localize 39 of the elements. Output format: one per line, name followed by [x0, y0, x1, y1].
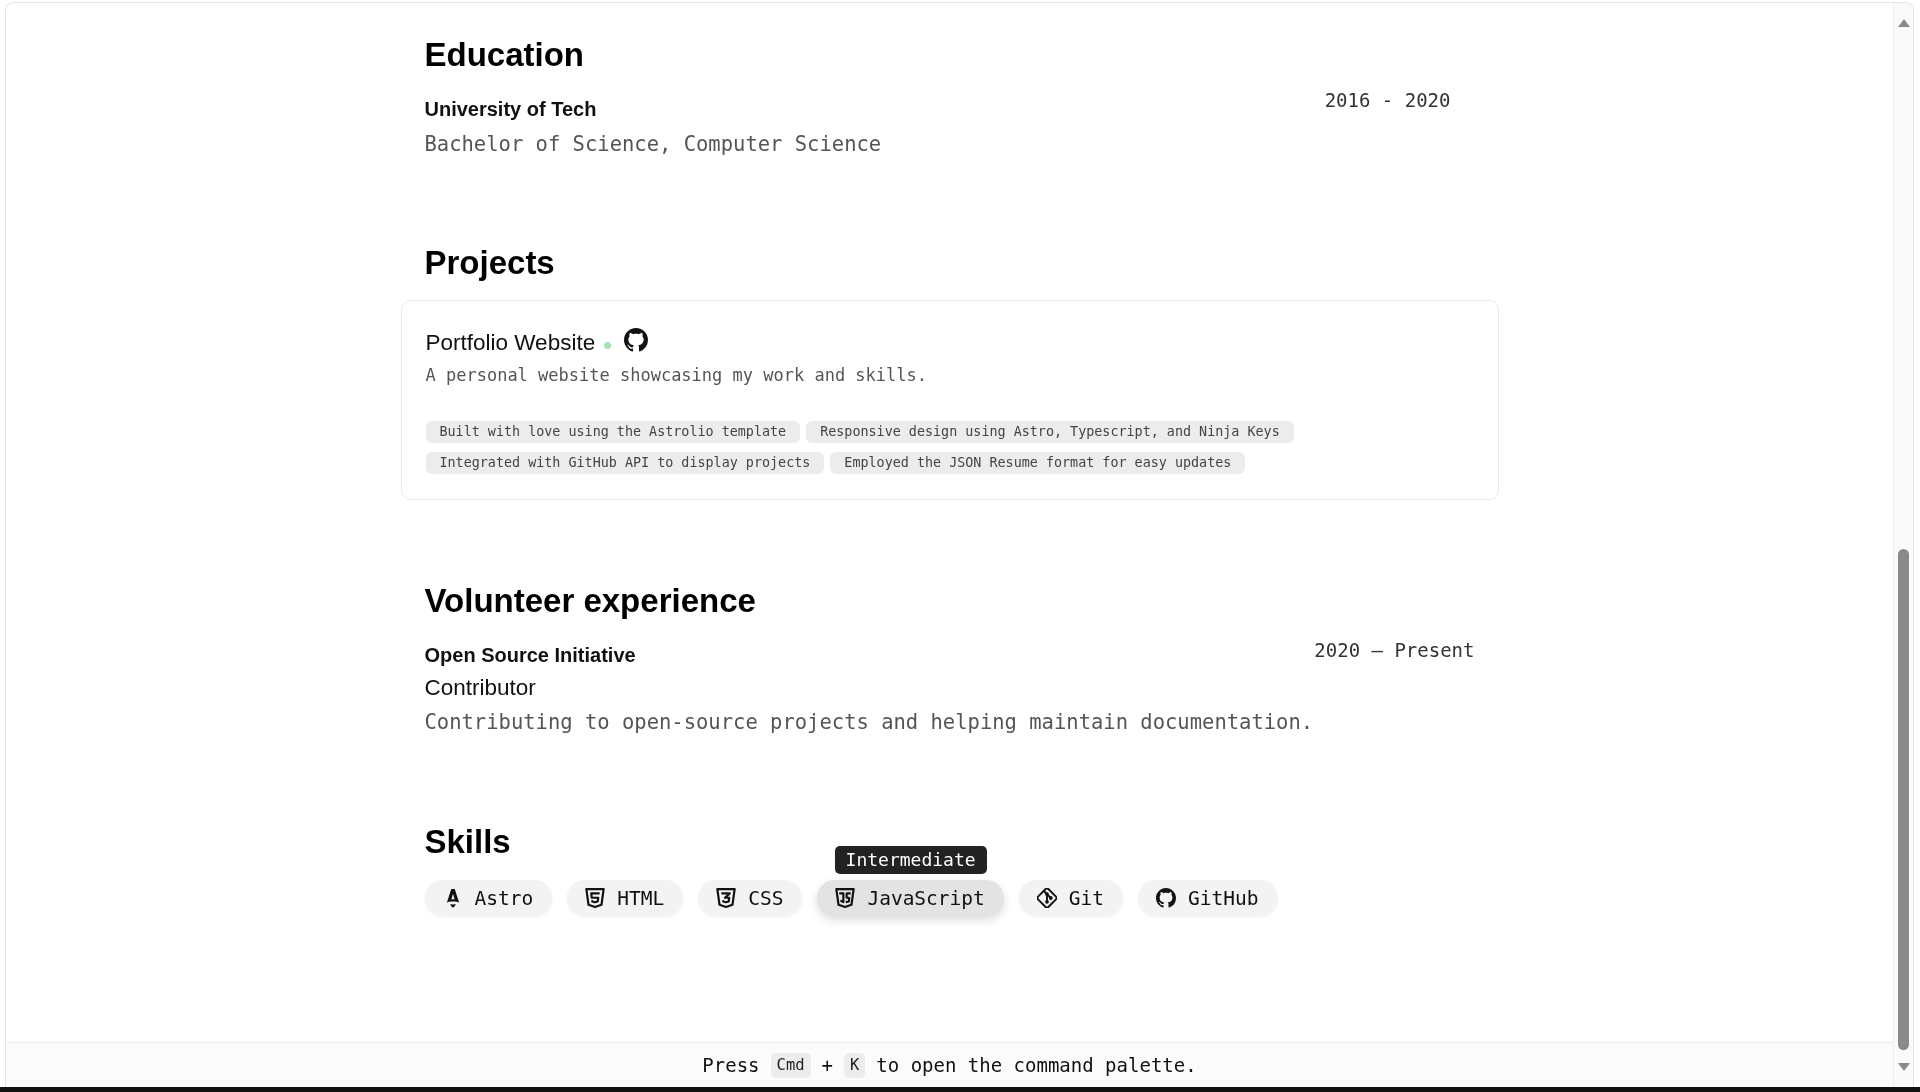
- organization-name: Open Source Initiative: [424, 643, 636, 668]
- skill-chip[interactable]: GitHub: [1138, 880, 1278, 916]
- dot-icon: [604, 341, 612, 349]
- js-shield-icon: [835, 888, 856, 908]
- section-heading: Skills: [424, 822, 511, 862]
- scrollbar-thumb[interactable]: [1898, 549, 1909, 1050]
- project-description: A personal website showcasing my work and skills.: [425, 364, 927, 387]
- git-logo-icon: [1036, 888, 1057, 908]
- institution-name: University of Tech: [424, 97, 598, 122]
- github-icon: [1156, 888, 1177, 908]
- skill-chip[interactable]: Astro: [424, 880, 553, 916]
- project-title: Portfolio Website: [425, 329, 596, 357]
- hint-text: Press: [702, 1054, 760, 1076]
- tooltip: Intermediate: [834, 846, 987, 874]
- hint-text: +: [821, 1054, 833, 1076]
- skill-chip[interactable]: HTML: [567, 880, 684, 916]
- date-range: 2016 - 2020: [1324, 90, 1451, 110]
- github-icon[interactable]: [624, 328, 649, 352]
- highlight-tag: Employed the JSON Resume format for easy updates: [830, 452, 1246, 474]
- highlight-tag: Responsive design using Astro, Typescript, and Ninja Keys: [806, 421, 1294, 443]
- highlight-tag: Integrated with GitHub API to display projects: [425, 452, 825, 474]
- highlight-tag: Built with love using the Astrolio template: [425, 421, 801, 443]
- html5-shield-icon: [585, 888, 606, 908]
- section-heading: Volunteer experience: [424, 581, 756, 621]
- scroll-down-icon[interactable]: [1897, 1063, 1910, 1071]
- skill-chip[interactable]: CSS: [698, 880, 803, 916]
- position-title: Contributor: [424, 674, 536, 702]
- degree-text: Bachelor of Science, Computer Science: [424, 131, 882, 158]
- section-heading: Education: [424, 35, 584, 75]
- scroll-up-icon[interactable]: [1897, 19, 1910, 27]
- date-range: 2020 – Present: [1314, 640, 1475, 660]
- skill-chip[interactable]: Git: [1018, 880, 1124, 916]
- key-cap: Cmd: [770, 1052, 811, 1078]
- section-heading: Projects: [424, 243, 555, 283]
- key-cap: K: [844, 1052, 866, 1078]
- skill-chip[interactable]: JavaScript: [817, 880, 1004, 916]
- hint-text: to open the command palette.: [876, 1054, 1197, 1076]
- volunteer-summary: Contributing to open-source projects and helping maintain documentation.: [424, 709, 1314, 736]
- css3-shield-icon: [716, 888, 737, 908]
